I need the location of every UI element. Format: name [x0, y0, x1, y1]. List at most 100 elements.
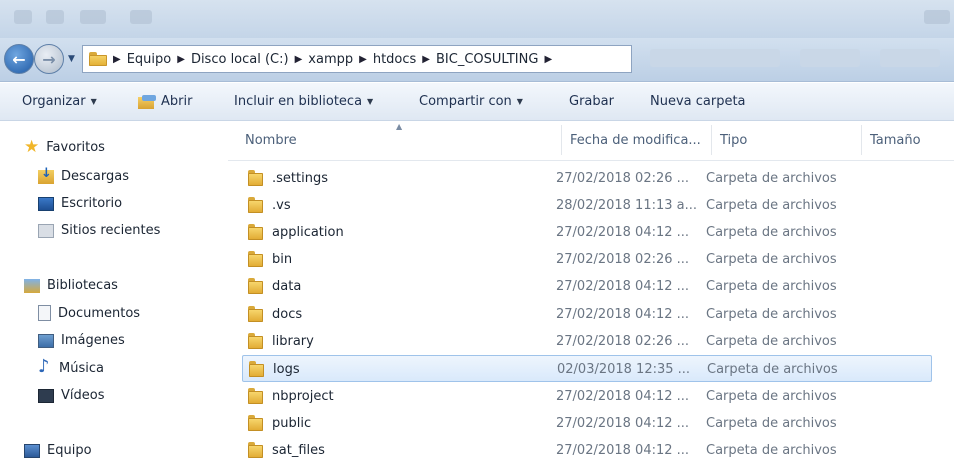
recent-pages-dropdown-icon[interactable]: ▼ — [68, 54, 78, 64]
file-list-pane: ▲ Nombre Fecha de modifica... Tipo Tamañ… — [228, 121, 954, 464]
nav-computer[interactable]: Equipo — [24, 443, 92, 458]
nav-item-desktop[interactable]: Escritorio — [38, 196, 122, 211]
nav-item-label: Documentos — [58, 305, 141, 321]
folder-icon — [248, 170, 264, 186]
address-row: ← → ▼ ▶ Equipo ▶ Disco local (C:) ▶ xamp… — [0, 38, 954, 82]
file-date: 27/02/2018 02:26 ... — [556, 252, 690, 267]
nav-item-label: Escritorio — [61, 196, 123, 211]
file-row-selected[interactable]: logs 02/03/2018 12:35 ... Carpeta de arc… — [242, 355, 932, 382]
breadcrumb-disco-local[interactable]: Disco local (C:) — [191, 52, 289, 67]
videos-icon — [38, 388, 54, 403]
file-name: library — [272, 334, 314, 349]
file-name: bin — [272, 252, 293, 267]
documents-icon — [38, 305, 51, 321]
folder-icon — [249, 361, 265, 377]
file-name: data — [272, 279, 302, 294]
blurred-icon — [80, 10, 106, 24]
file-date: 27/02/2018 02:26 ... — [556, 171, 690, 186]
computer-icon — [24, 443, 40, 458]
column-divider[interactable] — [561, 125, 562, 155]
column-divider[interactable] — [861, 125, 862, 155]
sort-ascending-icon: ▲ — [396, 122, 403, 131]
window-title-bar — [0, 0, 954, 38]
folder-icon — [89, 52, 107, 66]
folder-icon — [248, 388, 264, 404]
file-type: Carpeta de archivos — [706, 443, 837, 458]
file-row[interactable]: data 27/02/2018 04:12 ... Carpeta de arc… — [242, 273, 932, 300]
forward-button[interactable]: → — [34, 44, 64, 74]
file-row[interactable]: nbproject 27/02/2018 04:12 ... Carpeta d… — [242, 383, 932, 410]
nav-item-music[interactable]: Música — [38, 356, 104, 377]
file-type: Carpeta de archivos — [706, 334, 837, 349]
breadcrumb-separator-icon[interactable]: ▶ — [544, 54, 552, 65]
breadcrumb-bic-cosulting[interactable]: BIC_COSULTING — [436, 52, 538, 67]
nav-item-images[interactable]: Imágenes — [38, 333, 125, 348]
breadcrumb-separator-icon[interactable]: ▶ — [422, 54, 430, 65]
open-folder-icon — [138, 94, 156, 109]
breadcrumb-separator-icon[interactable]: ▶ — [113, 54, 121, 65]
open-label: Abrir — [161, 94, 193, 109]
nav-favorites[interactable]: ★ Favoritos — [24, 139, 105, 156]
back-button[interactable]: ← — [4, 44, 34, 74]
address-bar[interactable]: ▶ Equipo ▶ Disco local (C:) ▶ xampp ▶ ht… — [82, 45, 632, 73]
recent-places-icon — [38, 223, 54, 238]
column-header-date[interactable]: Fecha de modifica... — [570, 133, 701, 148]
folder-icon — [248, 197, 264, 213]
include-in-library-button[interactable]: Incluir en biblioteca ▼ — [234, 94, 373, 109]
open-button[interactable]: Abrir — [138, 94, 192, 109]
breadcrumb-htdocs[interactable]: htdocs — [373, 52, 416, 67]
file-row[interactable]: .vs 28/02/2018 11:13 a... Carpeta de arc… — [242, 192, 932, 219]
music-note-icon — [38, 356, 52, 377]
forward-arrow-icon: → — [42, 49, 56, 69]
file-name: sat_files — [272, 443, 325, 458]
nav-item-downloads[interactable]: Descargas — [38, 166, 130, 184]
nav-item-label: Descargas — [61, 169, 130, 184]
star-icon: ★ — [24, 137, 40, 157]
file-row[interactable]: public 27/02/2018 04:12 ... Carpeta de a… — [242, 410, 932, 437]
burn-label: Grabar — [569, 94, 614, 109]
file-type: Carpeta de archivos — [706, 389, 837, 404]
breadcrumb-xampp[interactable]: xampp — [308, 52, 353, 67]
nav-item-label: Imágenes — [61, 333, 125, 348]
breadcrumb-separator-icon[interactable]: ▶ — [359, 54, 367, 65]
folder-icon — [248, 333, 264, 349]
libraries-icon — [24, 278, 40, 293]
burn-button[interactable]: Grabar — [569, 94, 614, 109]
file-row[interactable]: library 27/02/2018 02:26 ... Carpeta de … — [242, 328, 932, 355]
folder-icon — [248, 306, 264, 322]
breadcrumb-equipo[interactable]: Equipo — [127, 52, 172, 67]
file-row[interactable]: .settings 27/02/2018 02:26 ... Carpeta d… — [242, 165, 932, 192]
blurred-icon — [130, 10, 152, 24]
nav-computer-label: Equipo — [47, 443, 92, 458]
nav-item-videos[interactable]: Vídeos — [38, 388, 104, 403]
file-type: Carpeta de archivos — [706, 198, 837, 213]
column-header-type[interactable]: Tipo — [720, 133, 747, 148]
organize-button[interactable]: Organizar ▼ — [22, 94, 97, 109]
new-folder-button[interactable]: Nueva carpeta — [650, 94, 746, 109]
file-row[interactable]: application 27/02/2018 04:12 ... Carpeta… — [242, 219, 932, 246]
share-with-button[interactable]: Compartir con ▼ — [419, 94, 523, 109]
file-date: 27/02/2018 04:12 ... — [556, 225, 690, 240]
file-date: 27/02/2018 04:12 ... — [556, 279, 690, 294]
file-row[interactable]: docs 27/02/2018 04:12 ... Carpeta de arc… — [242, 301, 932, 328]
file-type: Carpeta de archivos — [706, 416, 837, 431]
nav-item-documents[interactable]: Documentos — [38, 305, 140, 321]
blurred-icon — [46, 10, 64, 24]
file-type: Carpeta de archivos — [706, 279, 837, 294]
column-divider[interactable] — [711, 125, 712, 155]
downloads-folder-icon — [38, 166, 54, 184]
nav-item-label: Música — [59, 360, 104, 376]
breadcrumb-separator-icon[interactable]: ▶ — [295, 54, 303, 65]
column-header-name[interactable]: Nombre — [245, 133, 297, 148]
breadcrumb-separator-icon[interactable]: ▶ — [177, 54, 185, 65]
blurred-area — [880, 49, 940, 67]
nav-favorites-label: Favoritos — [46, 140, 105, 155]
column-header-size[interactable]: Tamaño — [870, 133, 921, 148]
file-row[interactable]: bin 27/02/2018 02:26 ... Carpeta de arch… — [242, 246, 932, 273]
nav-item-recent-places[interactable]: Sitios recientes — [38, 223, 160, 238]
nav-libraries[interactable]: Bibliotecas — [24, 278, 118, 293]
organize-label: Organizar — [22, 94, 86, 109]
file-date: 27/02/2018 04:12 ... — [556, 307, 690, 322]
file-row[interactable]: sat_files 27/02/2018 04:12 ... Carpeta d… — [242, 437, 932, 464]
nav-item-label: Sitios recientes — [61, 223, 161, 238]
